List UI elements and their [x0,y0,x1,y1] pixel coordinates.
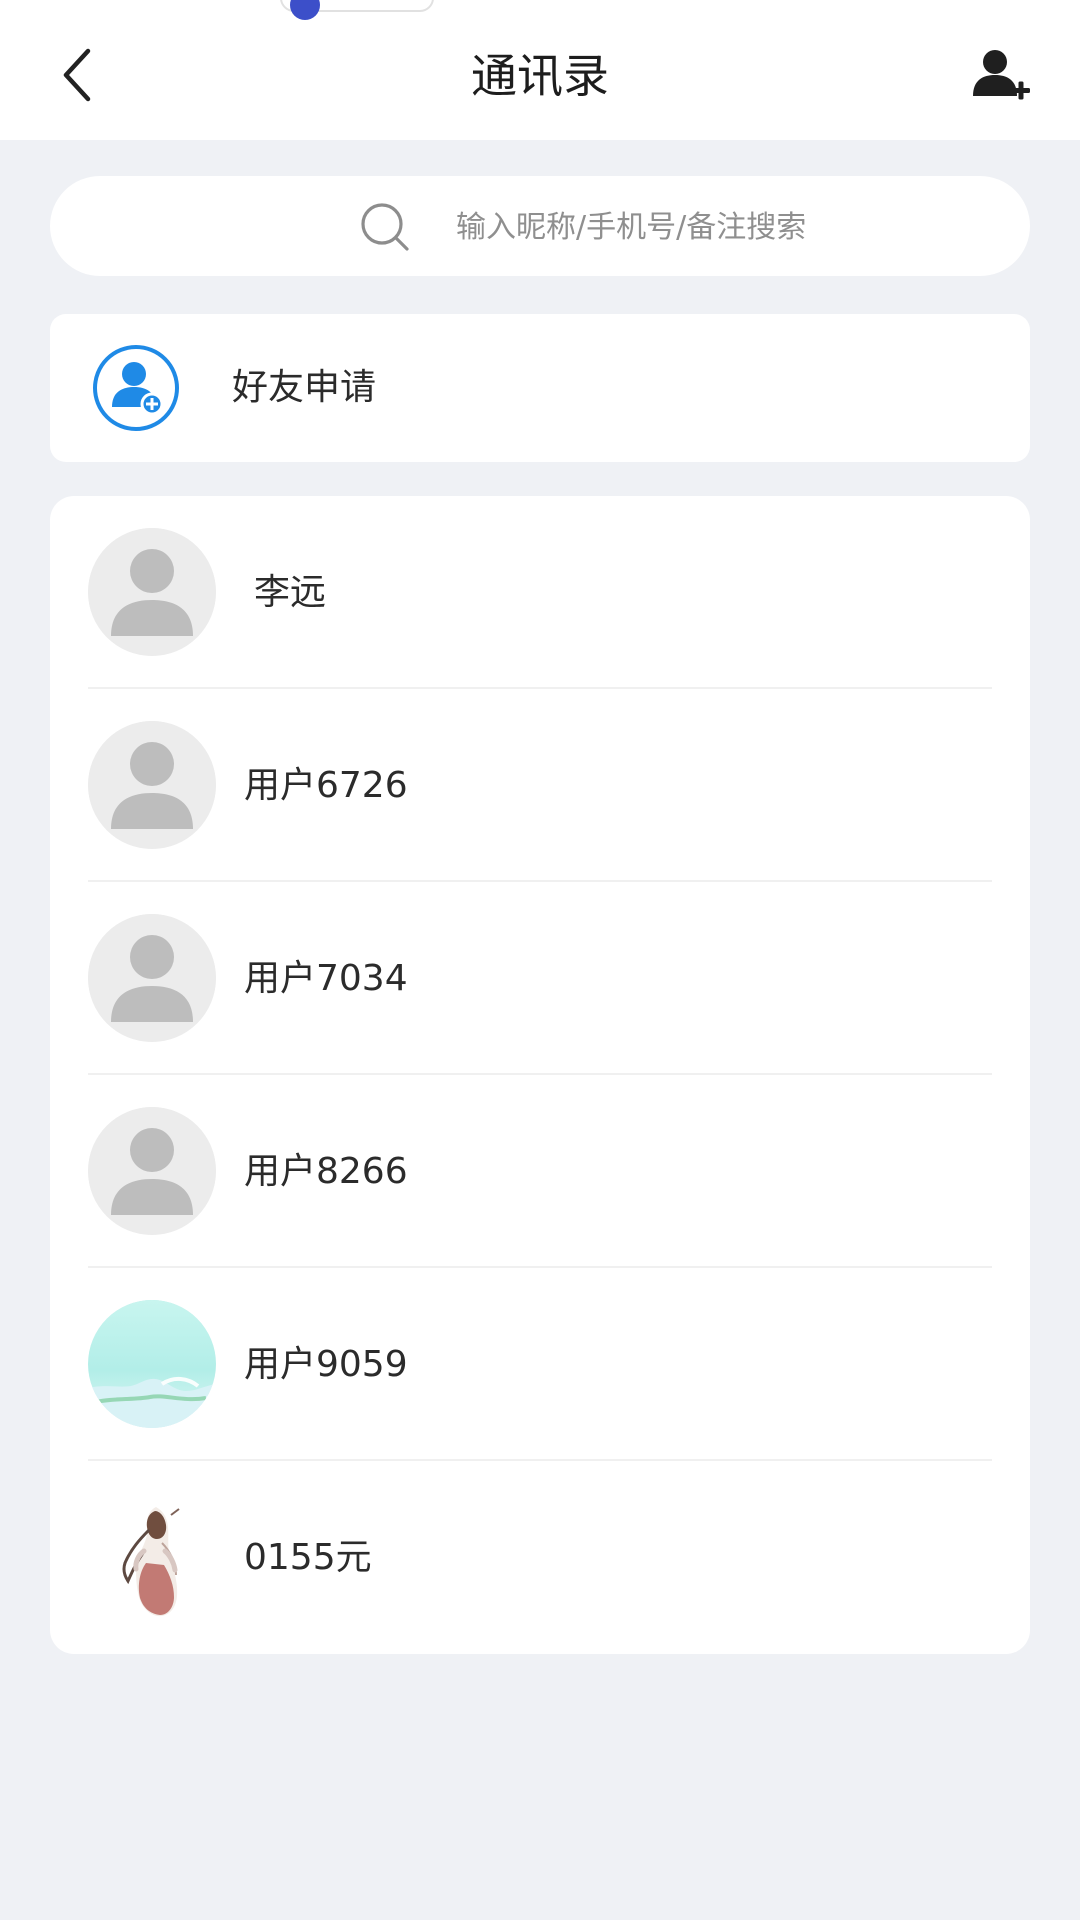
contact-name: 0155元 [244,1537,372,1578]
contact-name: 用户8266 [244,1151,408,1192]
contact-name: 李远 [254,572,327,613]
contact-row[interactable]: 用户6726 [50,689,1030,882]
default-person-avatar [88,721,216,849]
contact-row[interactable]: 用户7034 [50,882,1030,1075]
contact-name: 用户7034 [244,958,408,999]
default-person-avatar [88,528,216,656]
contact-name: 用户9059 [244,1344,408,1385]
contact-row[interactable]: 用户8266 [50,1075,1030,1268]
page-title: 通讯录 [471,49,609,103]
search-icon [361,203,409,251]
friend-request-entry[interactable]: 好友申请 [50,314,1030,462]
contacts-list: 李远 用户6726 用户7034 用户8266 用户9059 0155元 [50,496,1030,1654]
default-person-avatar [88,914,216,1042]
status-bar-fragment [280,0,434,20]
user-plus-icon [973,50,1030,100]
add-contact-button[interactable] [968,44,1032,108]
contact-row[interactable]: 0155元 [50,1461,1030,1654]
contact-row[interactable]: 用户9059 [50,1268,1030,1461]
default-person-avatar [88,1107,216,1235]
friend-request-label: 好友申请 [232,367,377,408]
landscape-avatar [88,1300,216,1428]
search-input[interactable] [454,176,998,278]
figure-painting-avatar [88,1493,216,1621]
contact-row[interactable]: 李远 [50,496,1030,689]
top-app-bar: 通讯录 [0,0,1080,140]
user-plus-circle-icon [93,345,179,431]
search-box[interactable] [50,176,1030,278]
contact-name: 用户6726 [244,765,408,806]
